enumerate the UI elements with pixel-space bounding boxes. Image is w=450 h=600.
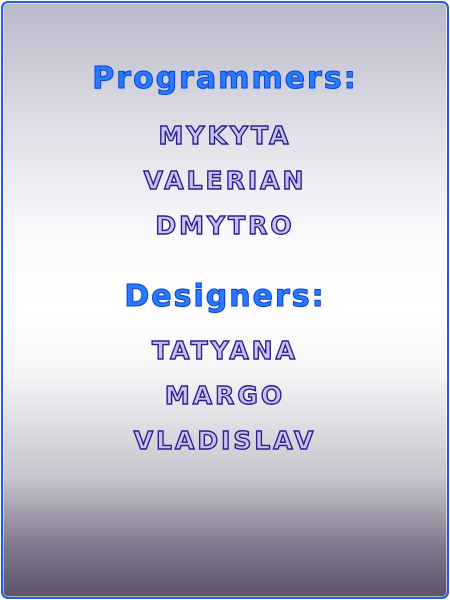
designer-name: VLADISLAV xyxy=(133,425,317,455)
programmer-name: VALERIAN xyxy=(143,165,307,195)
designers-heading: Designers: xyxy=(124,279,326,315)
programmer-name: MYKYTA xyxy=(158,120,292,150)
programmer-name: DMYTRO xyxy=(155,210,295,240)
designer-name: MARGO xyxy=(164,380,286,410)
designer-name: TATYANA xyxy=(151,335,298,365)
credits-panel: Programmers: MYKYTA VALERIAN DMYTRO Desi… xyxy=(1,1,449,599)
programmers-heading: Programmers: xyxy=(92,61,358,97)
